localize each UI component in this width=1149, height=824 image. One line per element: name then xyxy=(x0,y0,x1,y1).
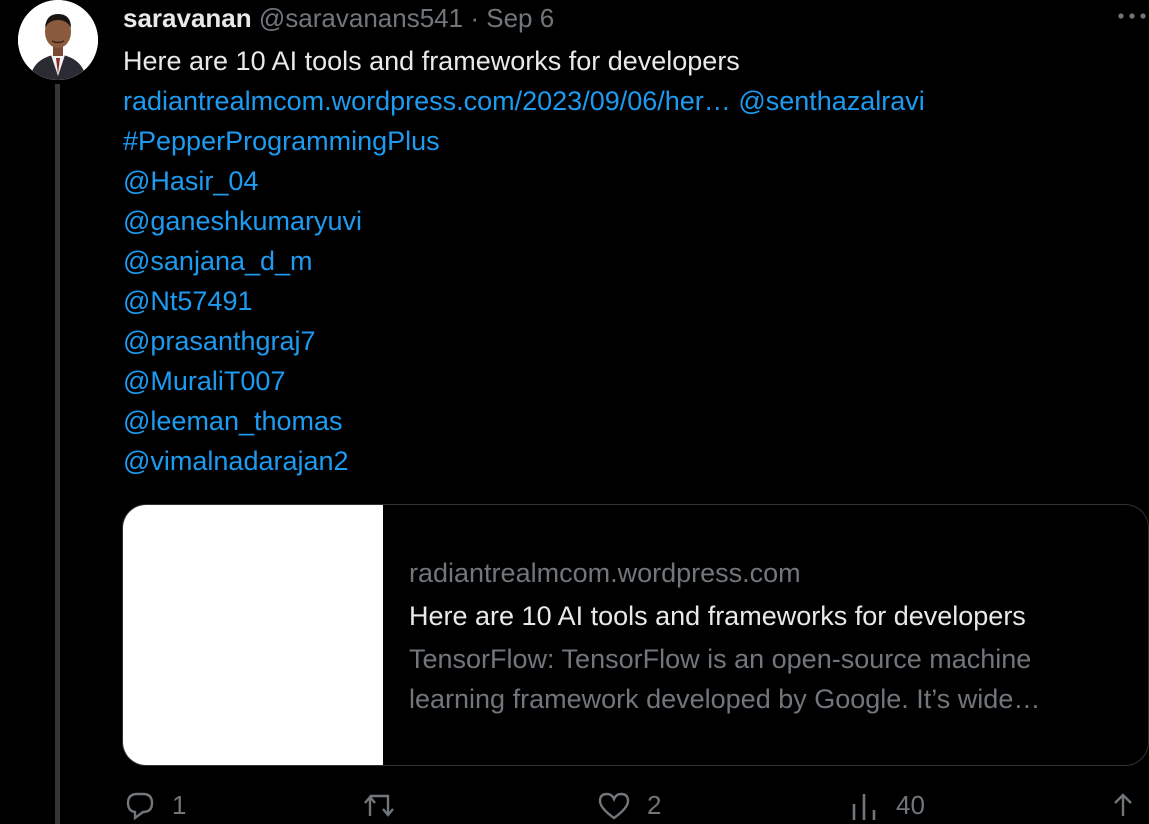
mention-link[interactable]: @Nt57491 xyxy=(123,281,925,321)
mention-link[interactable]: @sanjana_d_m xyxy=(123,241,925,281)
retweet-icon xyxy=(364,794,394,817)
tweet-header: saravanan @saravanans541 · Sep 6 xyxy=(123,2,554,34)
tweet-actions: 1 2 40 xyxy=(0,790,1149,822)
share-icon xyxy=(1114,793,1132,816)
tweet-body: Here are 10 AI tools and frameworks for … xyxy=(123,41,925,481)
tweet-text: Here are 10 AI tools and frameworks for … xyxy=(123,46,740,76)
card-text: radiantrealmcom.wordpress.com Here are 1… xyxy=(409,553,1040,719)
mention-link[interactable]: @MuraliT007 xyxy=(123,361,925,401)
retweet-button[interactable] xyxy=(362,790,414,822)
header-separator: · xyxy=(470,3,479,33)
card-description-line-2: learning framework developed by Google. … xyxy=(409,684,1041,714)
heart-icon xyxy=(598,792,630,820)
card-domain: radiantrealmcom.wordpress.com xyxy=(409,558,801,588)
mention-link[interactable]: @Hasir_04 xyxy=(123,161,925,201)
mention-link[interactable]: @vimalnadarajan2 xyxy=(123,441,925,481)
mention-link[interactable]: @prasanthgraj7 xyxy=(123,321,925,361)
author-handle[interactable]: @saravanans541 xyxy=(259,3,463,33)
mention-link[interactable]: @senthazalravi xyxy=(738,86,925,116)
author-name[interactable]: saravanan xyxy=(123,3,252,33)
more-options-button[interactable] xyxy=(1115,4,1149,28)
views-count: 40 xyxy=(896,790,925,820)
card-description-line-1: TensorFlow: TensorFlow is an open-source… xyxy=(409,644,1032,674)
avatar-image xyxy=(18,0,98,80)
reply-count: 1 xyxy=(172,790,187,820)
link-preview-card[interactable]: radiantrealmcom.wordpress.com Here are 1… xyxy=(122,504,1149,766)
tweet-url-link[interactable]: radiantrealmcom.wordpress.com/2023/09/06… xyxy=(123,86,731,116)
avatar[interactable] xyxy=(18,0,98,80)
thread-line xyxy=(55,84,60,824)
tweet-date[interactable]: Sep 6 xyxy=(486,3,554,33)
mention-link[interactable]: @ganeshkumaryuvi xyxy=(123,201,925,241)
mention-link[interactable]: @leeman_thomas xyxy=(123,401,925,441)
like-count: 2 xyxy=(647,790,662,820)
hashtag-link[interactable]: #PepperProgrammingPlus xyxy=(123,121,925,161)
card-image xyxy=(123,505,383,765)
reply-icon xyxy=(126,792,154,821)
more-horizontal-icon xyxy=(1118,13,1146,19)
like-button[interactable]: 2 xyxy=(597,790,661,822)
views-button[interactable]: 40 xyxy=(848,790,925,822)
share-button[interactable] xyxy=(1108,790,1138,822)
card-title: Here are 10 AI tools and frameworks for … xyxy=(409,601,1026,631)
reply-button[interactable]: 1 xyxy=(124,790,186,822)
views-icon xyxy=(852,794,876,820)
